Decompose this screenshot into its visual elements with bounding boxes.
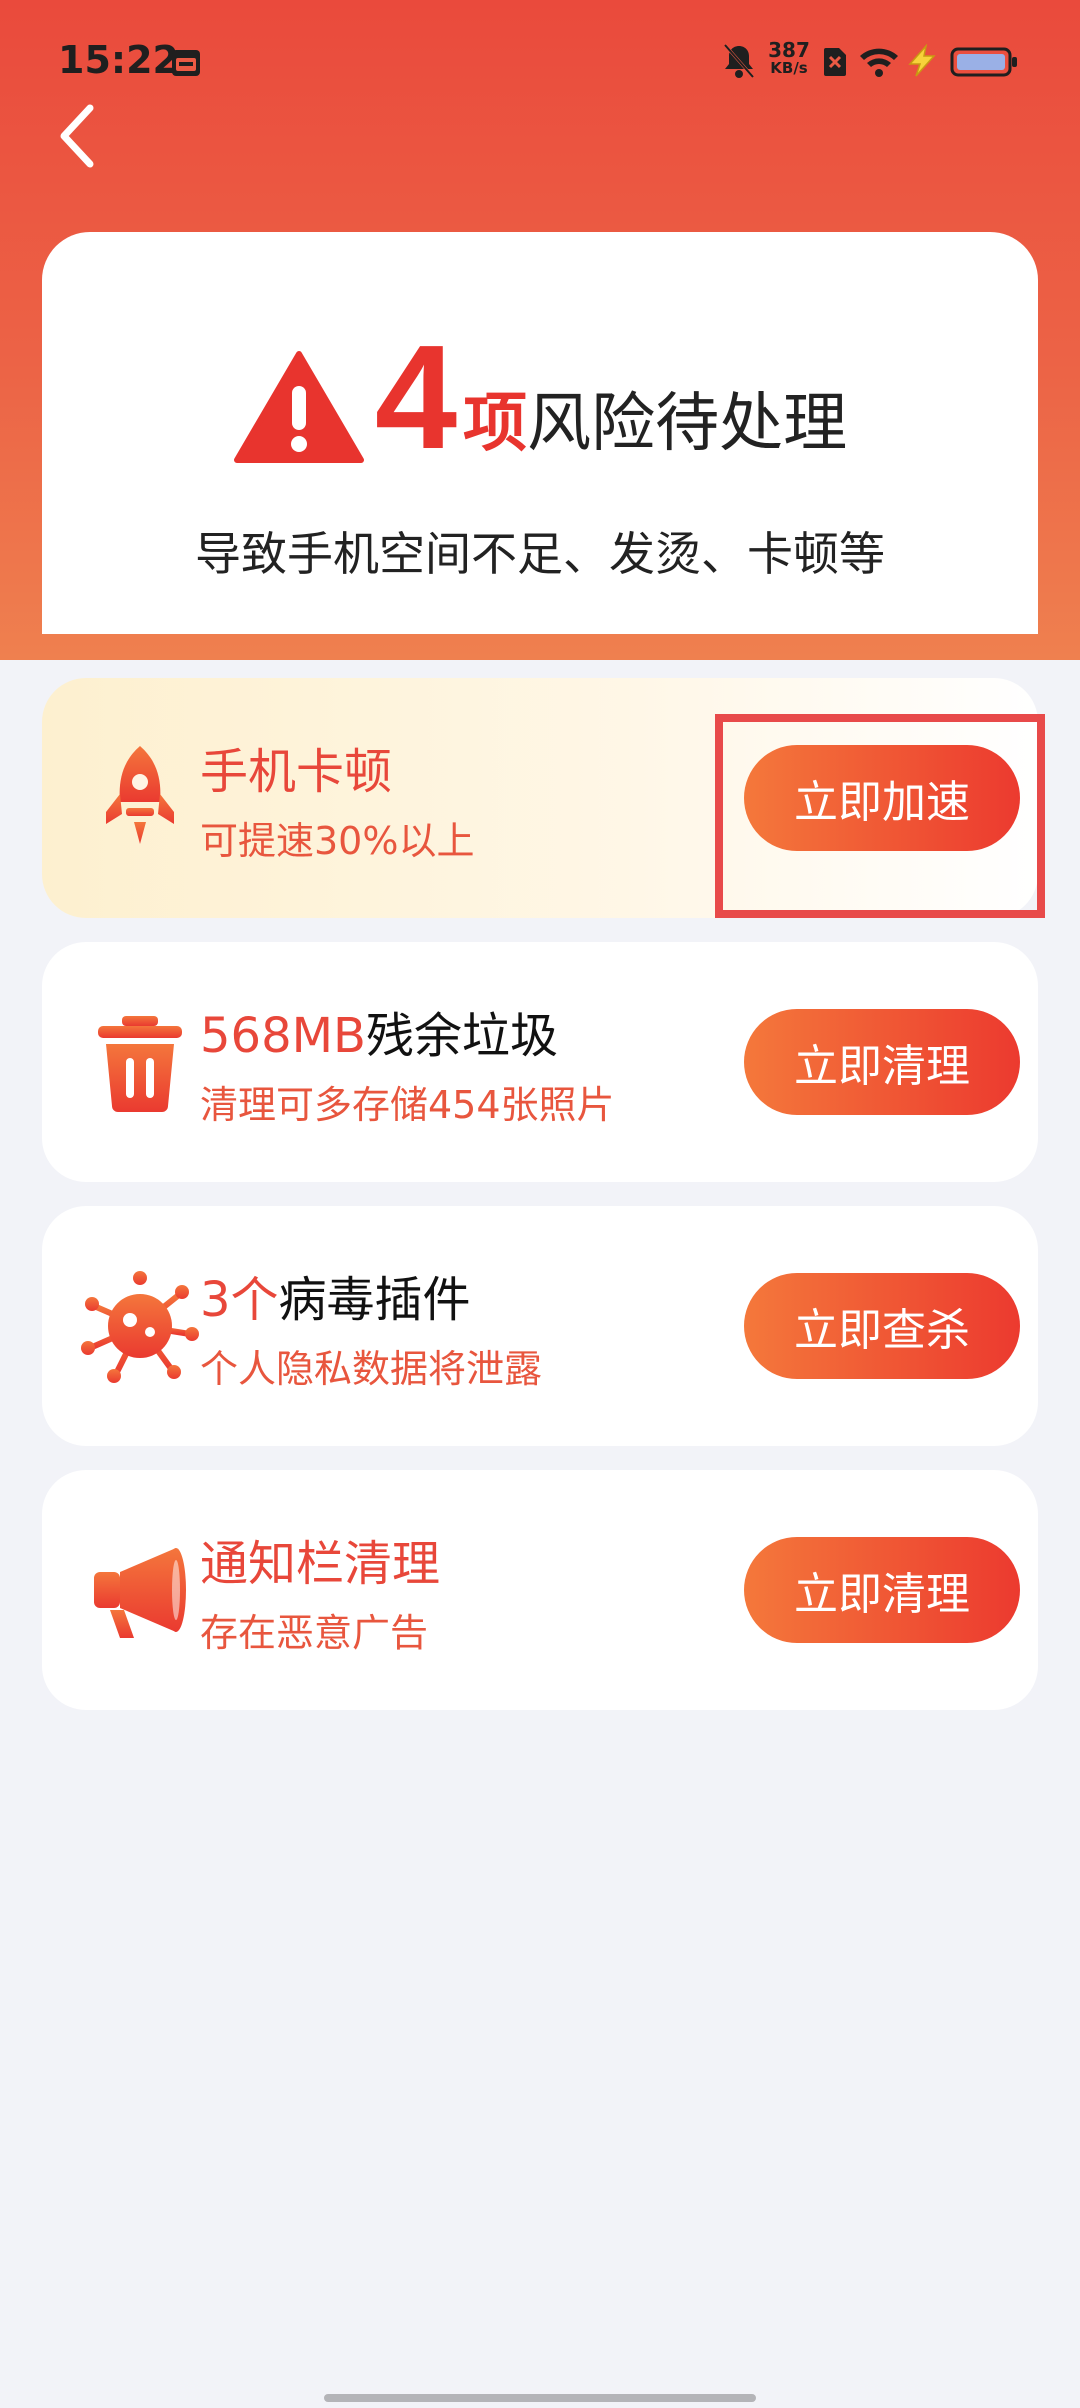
network-speed-value: 387	[768, 38, 810, 62]
item-subtitle: 个人隐私数据将泄露	[200, 1347, 543, 1391]
trash-icon	[98, 1016, 182, 1112]
clean-junk-button[interactable]: 立即清理	[744, 1009, 1020, 1115]
sim-no-service-icon	[824, 48, 846, 76]
megaphone-icon	[94, 1548, 186, 1638]
item-title: 3个病毒插件	[200, 1260, 471, 1330]
bell-off-icon	[723, 44, 755, 78]
item-title: 568MB残余垃圾	[200, 996, 558, 1066]
list-item-virus-plugins: 3个病毒插件 个人隐私数据将泄露 立即查杀	[42, 1206, 1038, 1446]
item-subtitle: 清理可多存储454张照片	[200, 1083, 615, 1127]
item-title: 手机卡顿	[200, 732, 392, 802]
warning-icon	[233, 351, 364, 463]
rocket-icon	[106, 746, 174, 844]
calendar-icon	[172, 50, 200, 76]
back-arrow-icon[interactable]	[52, 100, 100, 172]
highlight-frame	[715, 714, 1045, 918]
risk-summary-subtitle: 导致手机空间不足、发烫、卡顿等	[195, 527, 885, 581]
home-indicator[interactable]	[324, 2394, 756, 2402]
list-item-junk-files: 568MB残余垃圾 清理可多存储454张照片 立即清理	[42, 942, 1038, 1182]
kill-virus-button[interactable]: 立即查杀	[744, 1273, 1020, 1379]
junk-size: 568MB	[200, 1008, 366, 1064]
item-title-text: 病毒插件	[278, 1272, 471, 1328]
charging-bolt-icon	[908, 44, 936, 77]
item-subtitle: 可提速30%以上	[200, 819, 475, 863]
network-speed: 387 KB/s	[766, 40, 812, 76]
item-title: 通知栏清理	[200, 1524, 440, 1594]
list-item-notification-clean: 通知栏清理 存在恶意广告 立即清理	[42, 1470, 1038, 1710]
virus-count: 3个	[200, 1272, 279, 1328]
battery-icon	[950, 47, 1017, 77]
risk-count: 4	[374, 315, 458, 480]
item-subtitle: 存在恶意广告	[200, 1611, 429, 1655]
status-bar: 15:22 387 KB/s	[0, 0, 1080, 128]
clean-notifications-button[interactable]: 立即清理	[744, 1537, 1020, 1643]
risk-count-unit: 项	[463, 387, 528, 461]
item-title-text: 残余垃圾	[365, 1008, 558, 1064]
risk-pending-label: 风险待处理	[527, 387, 848, 461]
risk-summary-title: 4 项 风险待处理	[42, 322, 1038, 472]
status-time: 15:22	[58, 38, 179, 82]
network-speed-unit: KB/s	[770, 59, 808, 77]
item-title-text: 通知栏清理	[200, 1536, 441, 1592]
wifi-icon	[860, 48, 898, 77]
virus-icon	[81, 1271, 199, 1383]
item-title-text: 手机卡顿	[200, 744, 393, 800]
risk-summary-card: 4 项 风险待处理 导致手机空间不足、发烫、卡顿等	[42, 232, 1038, 634]
